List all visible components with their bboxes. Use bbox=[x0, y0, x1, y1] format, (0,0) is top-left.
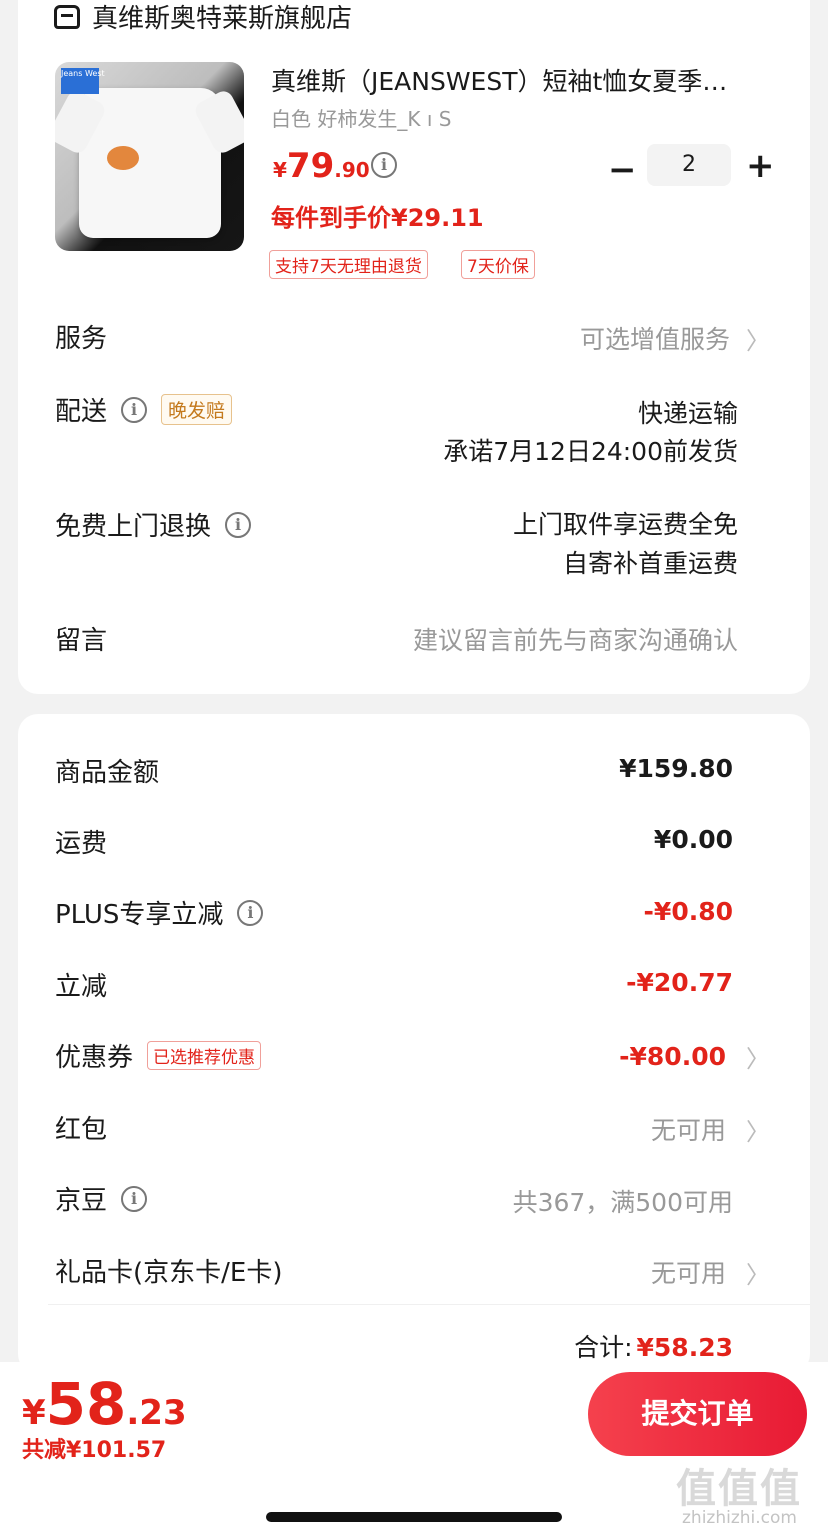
product-price: ¥79.90 bbox=[273, 146, 370, 186]
subtotal-label: 合计: bbox=[574, 1333, 633, 1362]
coupon-row-value[interactable]: -¥80.00 〉 bbox=[619, 1039, 770, 1074]
price-currency: ¥ bbox=[273, 158, 287, 182]
gift-card-value: 无可用 bbox=[650, 1259, 726, 1288]
returns-label: 免费上门退换 bbox=[55, 512, 212, 542]
instant-discount-value: -¥20.77 bbox=[626, 968, 733, 997]
coupon-label-group: 优惠券 已选推荐优惠 bbox=[55, 1037, 262, 1074]
product-spec[interactable]: 白色 好柿发生_K ı S bbox=[271, 103, 451, 132]
instant-discount-label: 立减 bbox=[55, 972, 108, 1002]
chevron-right-icon: 〉 bbox=[746, 326, 770, 355]
subtotal-row: 合计: ¥58.23 bbox=[574, 1328, 733, 1364]
watermark-url: zhizhizhi.com bbox=[682, 1508, 797, 1528]
total-currency: ¥ bbox=[22, 1393, 46, 1433]
delivery-info-icon[interactable]: i bbox=[121, 396, 148, 423]
subtotal-value: ¥58.23 bbox=[636, 1333, 733, 1362]
jingdou-info-icon[interactable]: i bbox=[121, 1185, 148, 1212]
total-amount: ¥58.23 bbox=[22, 1370, 187, 1438]
quantity-plus-button[interactable]: + bbox=[746, 146, 775, 186]
gift-card-label: 礼品卡(京东卡/E卡) bbox=[55, 1258, 283, 1288]
plus-info-icon[interactable]: i bbox=[237, 899, 264, 926]
summary-divider bbox=[48, 1304, 810, 1305]
coupon-label: 优惠券 bbox=[55, 1043, 134, 1073]
delivery-promise: 承诺7月12日24:00前发货 bbox=[443, 437, 738, 466]
price-info-icon[interactable]: i bbox=[371, 152, 397, 178]
product-thumbnail[interactable]: Jeans West bbox=[55, 62, 244, 251]
watermark-logo: 值值值 bbox=[676, 1466, 802, 1512]
chevron-right-icon: 〉 bbox=[746, 1260, 770, 1289]
goods-amount-value: ¥159.80 bbox=[619, 754, 733, 783]
shipping-value: ¥0.00 bbox=[653, 825, 733, 854]
delivery-method[interactable]: 快递运输 bbox=[638, 394, 738, 430]
delivery-label-group: 配送 i 晚发赔 bbox=[55, 391, 233, 428]
plus-discount-label: PLUS专享立减 bbox=[55, 900, 224, 930]
store-name: 真维斯奥特莱斯旗舰店 bbox=[92, 4, 353, 34]
coupon-value: -¥80.00 bbox=[619, 1042, 726, 1071]
returns-line1: 上门取件享运费全免 bbox=[512, 510, 738, 539]
red-packet-value: 无可用 bbox=[650, 1116, 726, 1145]
quantity-minus-button[interactable]: − bbox=[608, 150, 637, 190]
late-compensation-tag: 晚发赔 bbox=[161, 394, 233, 425]
jingdou-label: 京豆 bbox=[55, 1186, 108, 1216]
price-protect-tag: 7天价保 bbox=[461, 250, 535, 279]
shipping-label: 运费 bbox=[55, 829, 108, 859]
returns-info-icon[interactable]: i bbox=[225, 511, 252, 538]
order-item-card: 真维斯奥特莱斯旗舰店 Jeans West 真维斯（JEANSWEST）短袖t恤… bbox=[18, 0, 810, 694]
returns-line2: 自寄补首重运费 bbox=[562, 549, 738, 578]
red-packet-label: 红包 bbox=[55, 1115, 108, 1145]
quantity-input[interactable]: 2 bbox=[647, 144, 731, 186]
jingdou-value: 共367，满500可用 bbox=[512, 1188, 733, 1217]
jingdou-label-group: 京豆 i bbox=[55, 1180, 148, 1217]
store-icon bbox=[54, 4, 80, 29]
unit-price-after-discount: 每件到手价¥29.11 bbox=[271, 204, 484, 232]
goods-amount-label: 商品金额 bbox=[55, 758, 160, 788]
plus-label-group: PLUS专享立减 i bbox=[55, 894, 264, 931]
coupon-recommended-tag: 已选推荐优惠 bbox=[147, 1041, 262, 1070]
delivery-label: 配送 bbox=[55, 397, 108, 427]
price-summary-card: 商品金额 ¥159.80 运费 ¥0.00 PLUS专享立减 i -¥0.80 … bbox=[18, 714, 810, 1374]
chevron-right-icon: 〉 bbox=[746, 1045, 770, 1073]
store-header[interactable]: 真维斯奥特莱斯旗舰店 bbox=[54, 0, 352, 35]
total-saved: 共减¥101.57 bbox=[22, 1438, 167, 1463]
returns-label-group: 免费上门退换 i bbox=[55, 506, 252, 543]
note-label: 留言 bbox=[55, 626, 108, 656]
price-decimal: .90 bbox=[334, 158, 370, 182]
service-label: 服务 bbox=[55, 324, 108, 354]
service-row-value[interactable]: 可选增值服务 〉 bbox=[580, 320, 770, 356]
note-input[interactable]: 建议留言前先与商家沟通确认 bbox=[413, 621, 738, 657]
product-title[interactable]: 真维斯（JEANSWEST）短袖t恤女夏季… bbox=[271, 62, 771, 98]
gift-card-row-value[interactable]: 无可用 〉 bbox=[651, 1254, 770, 1290]
price-integer: 79 bbox=[286, 146, 335, 186]
submit-order-button[interactable]: 提交订单 bbox=[588, 1372, 807, 1456]
return-policy-tag: 支持7天无理由退货 bbox=[269, 250, 428, 279]
chevron-right-icon: 〉 bbox=[746, 1117, 770, 1146]
total-decimal: .23 bbox=[126, 1393, 187, 1433]
checkout-bar: ¥58.23 共减¥101.57 提交订单 值值值 zhizhizhi.com bbox=[0, 1362, 828, 1540]
tshirt-image bbox=[79, 88, 221, 238]
total-integer: 58 bbox=[45, 1370, 127, 1438]
service-value: 可选增值服务 bbox=[579, 325, 730, 354]
print-graphic bbox=[107, 146, 139, 170]
home-indicator[interactable] bbox=[266, 1512, 562, 1522]
brand-logo: Jeans West bbox=[61, 68, 105, 94]
red-packet-row-value[interactable]: 无可用 〉 bbox=[651, 1111, 770, 1147]
plus-discount-value: -¥0.80 bbox=[643, 897, 733, 926]
